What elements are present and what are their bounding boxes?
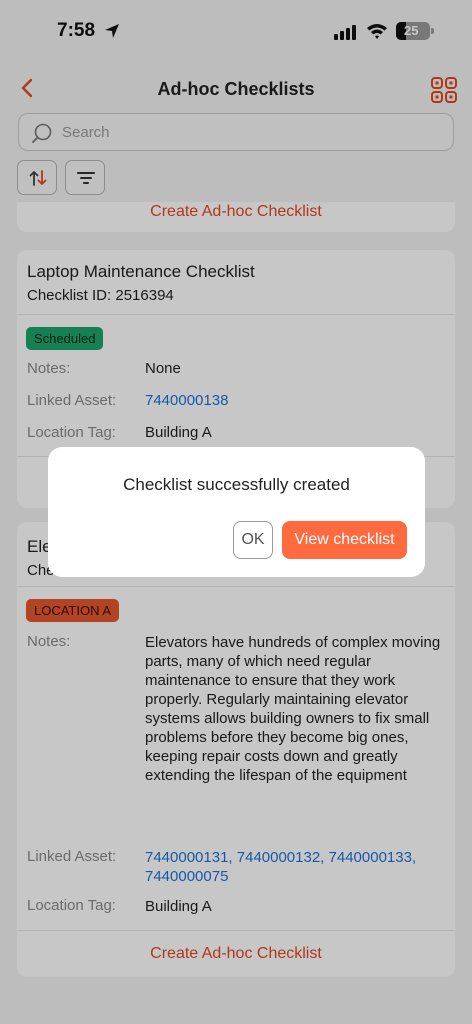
success-dialog: Checklist successfully created OK View c… — [48, 447, 425, 577]
ok-button[interactable]: OK — [233, 521, 273, 559]
view-checklist-button[interactable]: View checklist — [282, 521, 407, 559]
dialog-message: Checklist successfully created — [123, 475, 350, 494]
